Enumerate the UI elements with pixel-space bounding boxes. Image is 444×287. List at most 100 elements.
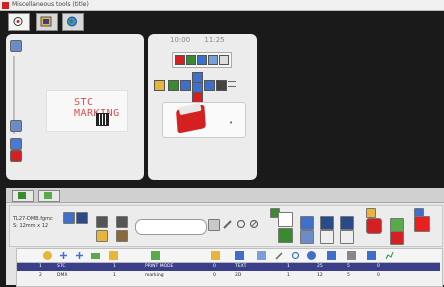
lamp-icon[interactable] bbox=[154, 80, 165, 91]
date-field-button[interactable] bbox=[340, 216, 354, 230]
power-col-icon[interactable] bbox=[347, 251, 356, 260]
more-dots-icon[interactable]: • bbox=[229, 119, 233, 127]
globe-icon bbox=[67, 16, 77, 27]
layout-icon bbox=[18, 192, 26, 199]
position-col-icon[interactable] bbox=[235, 251, 244, 260]
fields-icon bbox=[44, 192, 52, 199]
clock-readout: 10:00 11:25 bbox=[170, 36, 225, 44]
cell-angle: 0 bbox=[377, 273, 380, 278]
preview-panel: STC MARKING bbox=[6, 34, 144, 180]
cell-index: 1 bbox=[39, 264, 42, 269]
depth-col-icon[interactable] bbox=[307, 251, 316, 260]
add-row-icon[interactable] bbox=[75, 251, 84, 260]
barcode-field-button[interactable] bbox=[278, 228, 293, 243]
warning-col-icon[interactable] bbox=[367, 251, 376, 260]
zoom-out-button[interactable] bbox=[10, 120, 22, 132]
app-logo-icon bbox=[2, 2, 9, 9]
cell-type: 2D bbox=[235, 273, 242, 278]
marking-canvas[interactable]: STC MARKING bbox=[46, 90, 128, 132]
open-file-button[interactable] bbox=[63, 212, 75, 224]
mode-grey-button[interactable] bbox=[219, 55, 229, 65]
tab-globe[interactable] bbox=[62, 13, 84, 31]
load-button[interactable] bbox=[96, 230, 108, 242]
list-button[interactable] bbox=[208, 219, 220, 231]
list-col-icon[interactable] bbox=[257, 251, 266, 260]
zoom-in-button[interactable] bbox=[10, 40, 22, 52]
jog-right-button[interactable] bbox=[204, 80, 215, 91]
pen-icon[interactable] bbox=[223, 219, 233, 229]
field-text-input[interactable] bbox=[135, 219, 207, 235]
cell-line: 1 bbox=[287, 273, 290, 278]
font-col-icon[interactable] bbox=[91, 253, 100, 259]
tab-image[interactable] bbox=[36, 13, 58, 31]
clock-time-a: 10:00 bbox=[170, 36, 191, 44]
clock-time-b: 11:25 bbox=[204, 36, 225, 44]
color-swatch-button[interactable] bbox=[414, 216, 430, 232]
tools-button[interactable] bbox=[116, 230, 128, 242]
export-button[interactable] bbox=[116, 216, 128, 228]
cell-count: 1 bbox=[113, 273, 116, 278]
table-row[interactable]: 2 DMX 1 marking 0 2D 1 12 5 0 bbox=[17, 272, 440, 280]
cell-depth: 5 bbox=[347, 273, 350, 278]
mode-col-icon[interactable] bbox=[151, 251, 160, 260]
mode-red-button[interactable] bbox=[175, 55, 185, 65]
refresh-icon[interactable] bbox=[236, 219, 246, 229]
cell-mode: marking bbox=[145, 273, 164, 278]
cell-angle: 0 bbox=[377, 264, 380, 269]
speed-col-icon[interactable] bbox=[327, 251, 336, 260]
text-field-button[interactable] bbox=[278, 212, 293, 227]
align-col-icon[interactable] bbox=[109, 251, 118, 260]
red-tool-button[interactable] bbox=[10, 150, 22, 162]
clear-icon[interactable] bbox=[249, 219, 259, 229]
calendar-12b-button[interactable] bbox=[340, 230, 354, 244]
save-file-button[interactable] bbox=[76, 212, 88, 224]
cell-flag: 0 bbox=[213, 273, 216, 278]
mode-tab-bar bbox=[0, 11, 444, 31]
home-button[interactable] bbox=[216, 80, 227, 91]
mode-blue-button[interactable] bbox=[197, 55, 207, 65]
mode-selector bbox=[172, 52, 232, 68]
cell-height: 25 bbox=[317, 264, 323, 269]
machine-illustration: • bbox=[162, 102, 246, 138]
tab-layout[interactable] bbox=[12, 190, 34, 202]
chart-col-icon[interactable] bbox=[385, 251, 394, 260]
datamatrix-code bbox=[96, 113, 109, 126]
machine-panel: 10:00 11:25 • bbox=[148, 34, 257, 180]
mode-green-button[interactable] bbox=[186, 55, 196, 65]
delete-field-button[interactable] bbox=[366, 218, 382, 234]
calendar-12-button[interactable] bbox=[320, 230, 334, 244]
file-size: S: 12mm x 12 bbox=[13, 223, 49, 229]
step-icon bbox=[228, 81, 236, 87]
tab-fields[interactable] bbox=[38, 190, 60, 202]
print-button[interactable] bbox=[96, 216, 108, 228]
tab-marking[interactable] bbox=[8, 13, 30, 31]
file-name: TL27-DMB.fgmc bbox=[13, 216, 53, 222]
jog-left-button[interactable] bbox=[180, 80, 191, 91]
title-bar: Miscellaneous tools (title) bbox=[0, 0, 444, 11]
cell-line: 1 bbox=[287, 264, 290, 269]
editor-panel: TL27-DMB.fgmc S: 12mm x 12 1 STC 1 PRINT… bbox=[6, 188, 444, 287]
counter-field-button[interactable] bbox=[320, 216, 334, 230]
blue-tool-button[interactable] bbox=[10, 138, 22, 150]
logo-field-button[interactable] bbox=[300, 230, 314, 244]
yellow-indicator-icon bbox=[366, 208, 376, 218]
rotate-col-icon[interactable] bbox=[291, 251, 300, 260]
cell-index: 2 bbox=[39, 273, 42, 278]
table-header bbox=[17, 249, 440, 263]
target-col-icon[interactable] bbox=[43, 251, 52, 260]
move-down-button[interactable] bbox=[390, 231, 404, 245]
fields-table: 1 STC 1 PRINT MODE 0 TEXT 1 25 5 0 2 DMX… bbox=[16, 248, 443, 287]
start-button[interactable] bbox=[168, 80, 179, 91]
cell-height: 12 bbox=[317, 273, 323, 278]
size-col-icon[interactable] bbox=[211, 251, 220, 260]
move-up-button[interactable] bbox=[390, 218, 404, 232]
cell-depth: 5 bbox=[347, 264, 350, 269]
target-icon bbox=[13, 17, 23, 26]
cell-type: TEXT bbox=[235, 264, 247, 269]
cell-mode: PRINT MODE bbox=[145, 264, 174, 269]
mode-lightblue-button[interactable] bbox=[208, 55, 218, 65]
pen-col-icon[interactable] bbox=[275, 251, 284, 260]
add-col-icon[interactable] bbox=[59, 251, 68, 260]
table-row[interactable]: 1 STC 1 PRINT MODE 0 TEXT 1 25 5 0 bbox=[17, 263, 440, 271]
image-field-button[interactable] bbox=[300, 216, 314, 230]
